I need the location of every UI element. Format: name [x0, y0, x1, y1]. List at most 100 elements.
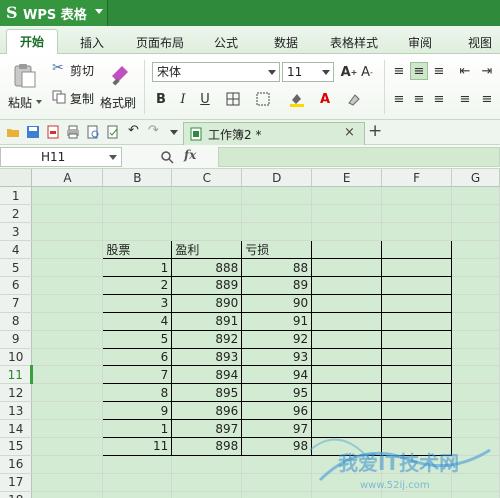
cell-g4[interactable] — [451, 240, 500, 260]
row-header-7[interactable]: 7 — [0, 294, 33, 313]
cell-g7[interactable] — [451, 294, 500, 313]
align-top-icon[interactable]: ≡ — [390, 62, 408, 80]
cell-c13[interactable]: 896 — [171, 401, 243, 421]
align-middle-icon[interactable]: ≡ — [410, 62, 428, 80]
cell-a1[interactable] — [31, 186, 104, 206]
document-tab[interactable]: 工作簿2 * × — [183, 122, 365, 145]
fx-icon[interactable]: fx — [184, 148, 196, 162]
cell-d16[interactable] — [241, 455, 313, 474]
print-icon[interactable] — [66, 125, 80, 139]
tab-table-style[interactable]: 表格样式 — [322, 32, 386, 54]
row-header-1[interactable]: 1 — [0, 186, 33, 206]
cell-e8[interactable] — [311, 311, 383, 331]
cell-c18[interactable] — [171, 491, 243, 498]
cell-d6[interactable]: 89 — [241, 275, 313, 295]
cell-a2[interactable] — [31, 204, 104, 224]
app-menu-button[interactable]: S WPS 表格 — [0, 0, 108, 26]
cell-g8[interactable] — [451, 312, 500, 331]
cell-b15[interactable]: 11 — [102, 436, 173, 456]
cell-b12[interactable]: 8 — [102, 383, 173, 403]
cell-c12[interactable]: 895 — [171, 383, 243, 403]
cell-f6[interactable] — [381, 275, 452, 295]
tab-data[interactable]: 数据 — [266, 32, 306, 54]
cell-d14[interactable]: 97 — [241, 419, 313, 438]
fill-pattern-icon[interactable] — [254, 90, 272, 108]
cell-e1[interactable] — [311, 186, 383, 206]
cell-c7[interactable]: 890 — [171, 293, 243, 313]
cell-f13[interactable] — [381, 401, 452, 421]
cell-g15[interactable] — [451, 437, 500, 456]
cell-e16[interactable] — [311, 455, 383, 474]
tab-home[interactable]: 开始 — [6, 29, 58, 55]
cell-e11[interactable] — [311, 365, 383, 385]
cell-b17[interactable] — [102, 473, 173, 492]
cell-b9[interactable]: 5 — [102, 329, 173, 349]
font-name-select[interactable]: 宋体 — [152, 62, 280, 82]
cell-c3[interactable] — [171, 222, 243, 242]
copy-button[interactable]: 复制 — [50, 88, 98, 108]
cell-c2[interactable] — [171, 204, 243, 224]
cell-b14[interactable]: 1 — [102, 419, 173, 438]
cell-d17[interactable] — [241, 473, 313, 492]
cell-a3[interactable] — [31, 222, 104, 242]
cell-b6[interactable]: 2 — [102, 275, 173, 295]
cell-f7[interactable] — [381, 293, 452, 313]
cell-g17[interactable] — [451, 473, 500, 492]
clear-format-icon[interactable] — [344, 90, 362, 108]
cell-b5[interactable]: 1 — [102, 258, 173, 277]
distribute-icon[interactable]: ≡ — [478, 90, 496, 108]
cell-e14[interactable] — [311, 419, 383, 438]
cell-g1[interactable] — [451, 186, 500, 206]
row-header-8[interactable]: 8 — [0, 312, 33, 331]
cell-a14[interactable] — [31, 419, 104, 438]
cell-g16[interactable] — [451, 455, 500, 474]
cell-b2[interactable] — [102, 204, 173, 224]
align-left-icon[interactable]: ≡ — [390, 90, 408, 108]
cell-c11[interactable]: 894 — [171, 365, 243, 385]
cell-c5[interactable]: 888 — [171, 258, 243, 277]
cell-f5[interactable] — [381, 258, 452, 277]
cell-b13[interactable]: 9 — [102, 401, 173, 421]
row-header-16[interactable]: 16 — [0, 455, 33, 474]
cell-b4[interactable]: 股票 — [102, 240, 173, 260]
undo-icon[interactable]: ↶ — [128, 123, 142, 138]
cell-f10[interactable] — [381, 347, 452, 367]
cell-a10[interactable] — [31, 348, 104, 367]
cell-f1[interactable] — [381, 186, 452, 206]
increase-font-icon[interactable]: A + — [340, 63, 358, 81]
cell-g5[interactable] — [451, 258, 500, 277]
cell-f9[interactable] — [381, 329, 452, 349]
column-header-d[interactable]: D — [241, 169, 313, 188]
cell-d11[interactable]: 94 — [241, 365, 313, 385]
cell-a9[interactable] — [31, 330, 104, 349]
cell-b1[interactable] — [102, 186, 173, 206]
tab-page-layout[interactable]: 页面布局 — [130, 32, 190, 54]
cell-g6[interactable] — [451, 276, 500, 295]
cell-f12[interactable] — [381, 383, 452, 403]
cell-e15[interactable] — [311, 436, 383, 456]
cell-c17[interactable] — [171, 473, 243, 492]
row-header-4[interactable]: 4 — [0, 240, 33, 260]
cell-f11[interactable] — [381, 365, 452, 385]
column-header-a[interactable]: A — [31, 169, 104, 188]
indent-decrease-icon[interactable]: ⇤ — [456, 62, 474, 80]
cell-a13[interactable] — [31, 401, 104, 421]
row-header-14[interactable]: 14 — [0, 419, 33, 438]
open-folder-icon[interactable] — [6, 125, 20, 139]
row-header-10[interactable]: 10 — [0, 348, 33, 367]
cell-d13[interactable]: 96 — [241, 401, 313, 421]
column-header-b[interactable]: B — [102, 169, 173, 188]
row-header-12[interactable]: 12 — [0, 383, 33, 403]
align-bottom-icon[interactable]: ≡ — [430, 62, 448, 80]
cell-d8[interactable]: 91 — [241, 311, 313, 331]
cell-f15[interactable] — [381, 436, 452, 456]
row-header-13[interactable]: 13 — [0, 401, 33, 421]
row-header-3[interactable]: 3 — [0, 222, 33, 242]
cell-e4[interactable] — [311, 240, 383, 260]
close-icon[interactable]: × — [344, 125, 355, 140]
cell-g10[interactable] — [451, 348, 500, 367]
cell-a15[interactable] — [31, 437, 104, 456]
cell-a12[interactable] — [31, 383, 104, 403]
column-header-g[interactable]: G — [451, 169, 500, 188]
cell-a16[interactable] — [31, 455, 104, 474]
